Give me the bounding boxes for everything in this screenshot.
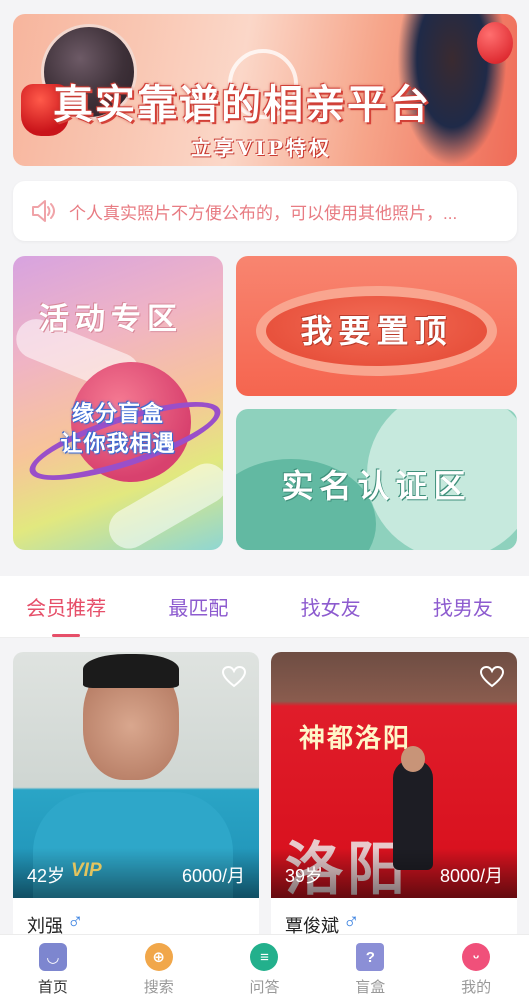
recommendation-tabs: 会员推荐 最匹配 找女友 找男友 xyxy=(0,576,529,638)
speaker-icon xyxy=(32,200,55,222)
member-card[interactable]: 42岁 VIP 6000/月 刘强 ♂ xyxy=(13,652,259,942)
app-page: 真实靠谱的相亲平台 立享VIP特权 个人真实照片不方便公布的，可以使用其他照片，… xyxy=(0,0,529,1000)
member-card-list: 42岁 VIP 6000/月 刘强 ♂ 神都洛阳 洛阳 39岁 8000/月 覃… xyxy=(0,638,529,942)
photo-detail xyxy=(401,746,425,772)
nav-qa[interactable]: ≡ 问答 xyxy=(212,935,318,1000)
blind-box-line1: 缘分盲盒 xyxy=(71,401,164,426)
tab-find-girlfriend[interactable]: 找女友 xyxy=(265,576,397,637)
member-age: 39岁 xyxy=(285,866,324,886)
heart-icon[interactable] xyxy=(479,664,505,690)
profile-icon: ᵕ xyxy=(462,943,491,971)
banner-subtitle: 立享VIP特权 xyxy=(191,136,332,160)
verification-heading: 实名认证区 xyxy=(281,467,472,505)
male-gender-icon: ♂ xyxy=(343,908,360,933)
real-name-verification-tile[interactable]: 实名认证区 xyxy=(236,409,517,550)
nav-profile[interactable]: ᵕ 我的 xyxy=(423,935,529,1000)
tab-best-match[interactable]: 最匹配 xyxy=(132,576,264,637)
chat-icon: ≡ xyxy=(250,943,279,971)
nav-label: 首页 xyxy=(37,978,68,996)
nav-label: 搜索 xyxy=(143,978,174,996)
heart-balloon-icon xyxy=(477,22,513,64)
notice-bar[interactable]: 个人真实照片不方便公布的，可以使用其他照片，... xyxy=(13,181,517,241)
notice-text: 个人真实照片不方便公布的，可以使用其他照片，... xyxy=(69,203,458,223)
home-icon: ◡ xyxy=(38,943,67,971)
nav-label: 我的 xyxy=(461,978,492,996)
banner-title: 真实靠谱的相亲平台 xyxy=(53,81,431,128)
pin-to-top-tile[interactable]: 我要置顶 xyxy=(236,256,517,396)
male-gender-icon: ♂ xyxy=(67,908,84,933)
blind-box-line2: 让你我相遇 xyxy=(60,431,176,456)
nav-search[interactable]: ⊕ 搜索 xyxy=(106,935,212,1000)
member-salary: 6000/月 xyxy=(181,866,245,886)
vip-badge: VIP xyxy=(71,860,102,881)
activity-zone-heading: 活动专区 xyxy=(39,302,183,337)
bottom-nav: ◡ 首页 ⊕ 搜索 ≡ 问答 ? 盲盒 ᵕ 我的 xyxy=(0,934,529,1000)
pin-to-top-heading: 我要置顶 xyxy=(300,312,453,350)
nav-blind-box[interactable]: ? 盲盒 xyxy=(317,935,423,1000)
activity-zone-tile[interactable]: 活动专区 缘分盲盒 让你我相遇 xyxy=(13,256,223,550)
nav-home[interactable]: ◡ 首页 xyxy=(0,935,106,1000)
member-age: 42岁 xyxy=(27,866,66,886)
vip-promo-banner[interactable]: 真实靠谱的相亲平台 立享VIP特权 xyxy=(13,14,517,166)
heart-icon[interactable] xyxy=(221,664,247,690)
tab-find-boyfriend[interactable]: 找男友 xyxy=(397,576,529,637)
member-card[interactable]: 神都洛阳 洛阳 39岁 8000/月 覃俊斌 ♂ xyxy=(271,652,517,942)
nav-label: 问答 xyxy=(249,978,280,996)
tab-member-recommend[interactable]: 会员推荐 xyxy=(0,576,132,637)
mystery-box-icon: ? xyxy=(356,943,385,971)
photo-backdrop-text: 神都洛阳 xyxy=(299,724,412,754)
nav-label: 盲盒 xyxy=(355,978,386,996)
member-salary: 8000/月 xyxy=(439,866,503,886)
search-icon: ⊕ xyxy=(144,943,173,971)
photo-detail xyxy=(83,654,179,688)
